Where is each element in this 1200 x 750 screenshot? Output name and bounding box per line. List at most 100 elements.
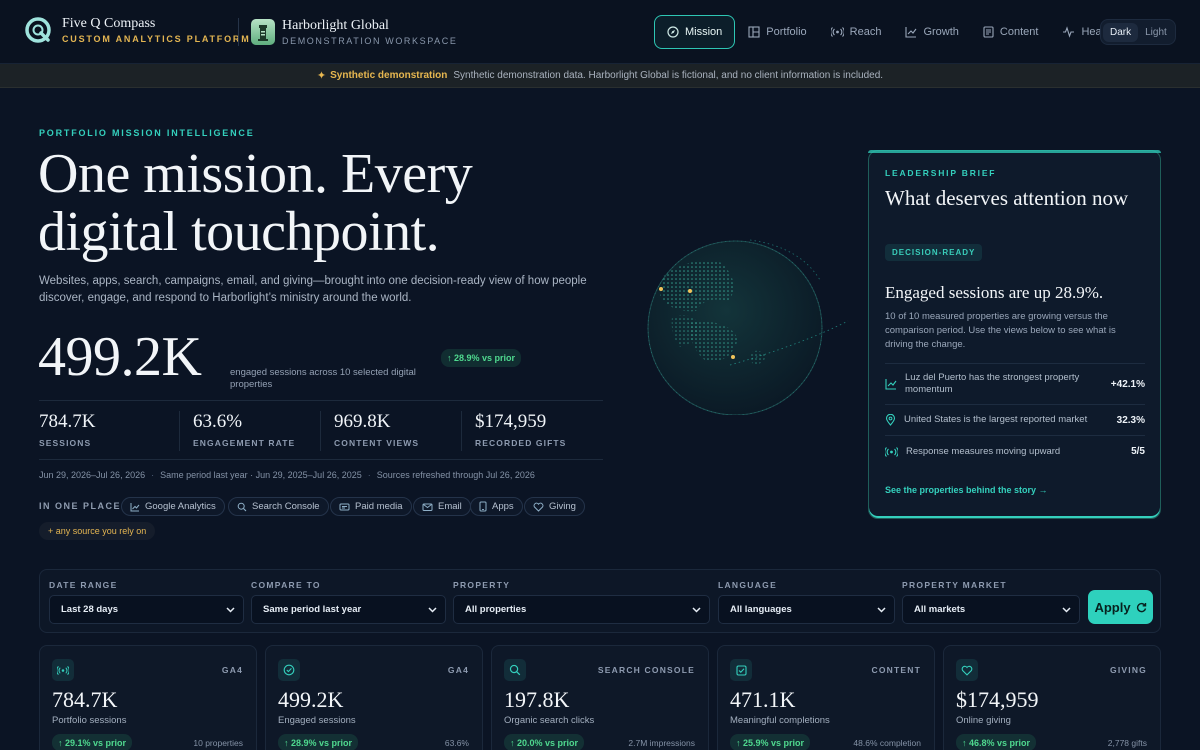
sparkle-icon: ✦ [316, 70, 327, 82]
card-source: GIVING [1110, 665, 1147, 675]
trend-up-icon [885, 379, 897, 390]
theme-light-option[interactable]: Light [1138, 23, 1174, 42]
trend-up-icon [905, 27, 917, 38]
source-chip-label: Email [438, 501, 462, 512]
source-chip-giving[interactable]: Giving [524, 497, 585, 516]
nav-portfolio-label: Portfolio [766, 26, 807, 38]
card-note: 2,778 gifts [1107, 738, 1147, 748]
heart-icon [956, 659, 978, 681]
ad-icon [339, 503, 350, 510]
brand-name: Five Q Compass [62, 16, 156, 31]
headline-metric-label: engaged sessions across 10 selected digi… [230, 367, 416, 390]
card-note: 63.6% [444, 738, 469, 748]
source-chip-paid-media[interactable]: Paid media [330, 497, 412, 516]
source-chip-label: Search Console [252, 501, 320, 512]
card-note: 10 properties [193, 738, 243, 748]
date-range-select[interactable]: Last 28 days [49, 595, 244, 624]
property-select[interactable]: All properties [453, 595, 710, 624]
stat-card-online-giving[interactable]: GIVING $174,959 Online giving ↑ 46.8% vs… [943, 645, 1161, 750]
meta-range: Jun 29, 2026–Jul 26, 2026 [39, 470, 146, 480]
search-icon [504, 659, 526, 681]
kpi-value: 63.6% [193, 411, 243, 432]
brief-eyebrow: LEADERSHIP BRIEF [885, 168, 997, 178]
meta-compare: Same period last year · Jun 29, 2025–Jul… [160, 470, 362, 480]
nav-growth[interactable]: Growth [894, 15, 969, 49]
hero-eyebrow: PORTFOLIO MISSION INTELLIGENCE [39, 128, 255, 138]
brief-row-momentum: Luz del Puerto has the strongest propert… [885, 363, 1145, 404]
select-value: All languages [730, 604, 792, 615]
nav-growth-label: Growth [923, 26, 959, 38]
checkbox-icon [730, 659, 752, 681]
source-chip-label: Paid media [355, 501, 403, 512]
banner-strong: Synthetic demonstration [330, 70, 448, 81]
grid-icon [748, 26, 760, 38]
demo-banner: ✦ Synthetic demonstration Synthetic demo… [0, 64, 1200, 88]
kpi-engagement-rate: 63.6% ENGAGEMENT RATE [193, 411, 295, 448]
hero-title: One mission. Every digital touchpoint. [38, 143, 473, 263]
stat-card-organic-search[interactable]: SEARCH CONSOLE 197.8K Organic search cli… [491, 645, 709, 750]
nav-content[interactable]: Content [972, 15, 1050, 49]
broadcast-icon [885, 446, 898, 457]
card-value: 197.8K [504, 687, 570, 712]
kpi-value: 969.8K [334, 411, 391, 432]
source-chip-label: Google Analytics [145, 501, 216, 512]
source-chip-search-console[interactable]: Search Console [228, 497, 329, 516]
chevron-down-icon [1062, 606, 1071, 613]
top-navigation-bar: Five Q Compass CUSTOM ANALYTICS PLATFORM… [0, 0, 1200, 64]
brief-row-value: 5/5 [1131, 446, 1145, 457]
card-label: Online giving [956, 715, 1011, 726]
brand-subtitle: CUSTOM ANALYTICS PLATFORM [62, 34, 251, 44]
search-icon [237, 502, 247, 511]
kpi-label: ENGAGEMENT RATE [193, 438, 296, 448]
globe-illustration [647, 239, 849, 415]
brief-properties-link[interactable]: See the properties behind the story → [885, 485, 1048, 495]
stat-card-portfolio-sessions[interactable]: GA4 784.7K Portfolio sessions ↑ 29.1% vs… [39, 645, 257, 750]
leadership-brief-card: LEADERSHIP BRIEF What deserves attention… [868, 150, 1161, 519]
brief-row-text: United States is the largest reported ma… [904, 414, 1088, 425]
language-select[interactable]: All languages [718, 595, 895, 624]
card-value: 784.7K [52, 687, 118, 712]
brief-title: What deserves attention now [885, 186, 1129, 210]
source-chip-google-analytics[interactable]: Google Analytics [121, 497, 225, 516]
select-value: All properties [465, 604, 527, 615]
broadcast-icon [52, 659, 74, 681]
source-chip-label: Giving [549, 501, 576, 512]
source-chip-apps[interactable]: Apps [470, 497, 523, 516]
card-note: 2.7M impressions [628, 738, 695, 748]
select-value: Last 28 days [61, 604, 119, 615]
card-value: $174,959 [956, 687, 1039, 712]
nav-mission[interactable]: Mission [654, 15, 736, 49]
nav-portfolio[interactable]: Portfolio [737, 15, 817, 49]
source-chip-email[interactable]: Email [413, 497, 471, 516]
brand[interactable]: Five Q Compass CUSTOM ANALYTICS PLATFORM [24, 16, 251, 44]
kpi-value: $174,959 [475, 411, 547, 432]
kpi-label: RECORDED GIFTS [475, 438, 567, 448]
filter-label: DATE RANGE [49, 580, 118, 590]
card-value: 499.2K [278, 687, 344, 712]
card-source: SEARCH CONSOLE [597, 665, 695, 675]
compass-icon [667, 26, 679, 38]
brand-divider [238, 18, 239, 46]
card-label: Meaningful completions [730, 715, 830, 726]
theme-dark-option[interactable]: Dark [1103, 22, 1139, 42]
card-source: GA4 [447, 665, 469, 675]
sources-label: IN ONE PLACE [39, 501, 122, 511]
chevron-down-icon [692, 606, 701, 613]
property-market-select[interactable]: All markets [902, 595, 1080, 624]
compass-logo-icon [25, 17, 51, 43]
card-source: GA4 [221, 665, 243, 675]
stat-card-engaged-sessions[interactable]: GA4 499.2K Engaged sessions ↑ 28.9% vs p… [265, 645, 483, 750]
nav-reach[interactable]: Reach [820, 15, 893, 49]
card-change-badge: ↑ 20.0% vs prior [504, 734, 585, 750]
compare-to-select[interactable]: Same period last year [251, 595, 446, 624]
kpi-content-views: 969.8K CONTENT VIEWS [334, 411, 419, 448]
client-workspace[interactable]: Harborlight Global DEMONSTRATION WORKSPA… [251, 18, 457, 46]
any-source-tag: + any source you rely on [39, 522, 156, 540]
nav-mission-label: Mission [685, 26, 723, 38]
chevron-down-icon [226, 606, 235, 613]
hero-description: Websites, apps, search, campaigns, email… [39, 275, 587, 304]
kpi-divider [461, 411, 462, 451]
stat-card-completions[interactable]: CONTENT 471.1K Meaningful completions ↑ … [717, 645, 935, 750]
apply-button[interactable]: Apply [1088, 590, 1153, 624]
filter-label: PROPERTY MARKET [902, 580, 1007, 590]
